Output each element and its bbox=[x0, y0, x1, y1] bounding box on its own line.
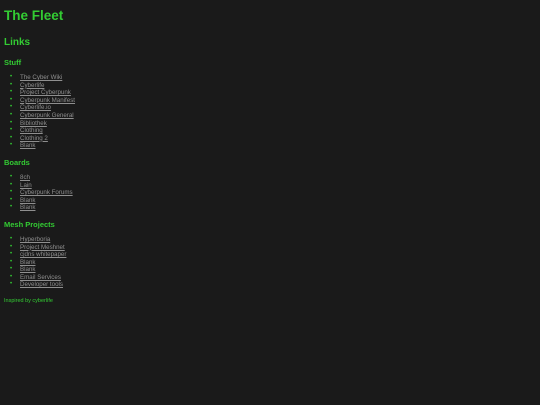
bullet-icon: • bbox=[10, 189, 13, 196]
footer-credit: Inspired by cyberlife bbox=[4, 298, 53, 305]
bullet-icon: • bbox=[10, 96, 13, 103]
list-item: • Blank bbox=[10, 142, 540, 150]
bullet-icon: • bbox=[10, 235, 13, 242]
list-item: • Clothing 2 bbox=[10, 135, 540, 143]
list-item: • Project Cyberpunk bbox=[10, 89, 540, 97]
list-item: • Cyberpunk Forums bbox=[10, 189, 540, 197]
list-item: • Blank bbox=[10, 204, 540, 212]
list-item: • Email Services bbox=[10, 274, 540, 282]
bullet-icon: • bbox=[10, 173, 13, 180]
bullet-icon: • bbox=[10, 204, 13, 211]
section-mesh-projects: Mesh Projects • Hyperboria • Project Meshn… bbox=[4, 220, 540, 289]
list-item: • Hyperboria bbox=[10, 236, 540, 244]
link-list-mesh-projects: • Hyperboria • Project Meshnet • cjdns whit… bbox=[4, 236, 540, 289]
bullet-icon: • bbox=[10, 181, 13, 188]
link-email-services[interactable]: Email Services bbox=[20, 274, 61, 281]
bullet-icon: • bbox=[10, 251, 13, 258]
link-project-cyberpunk[interactable]: Project Cyberpunk bbox=[20, 89, 71, 96]
bullet-icon: • bbox=[10, 134, 13, 141]
list-item: • Developer tools bbox=[10, 281, 540, 289]
bullet-icon: • bbox=[10, 281, 13, 288]
link-hyperboria[interactable]: Hyperboria bbox=[20, 236, 50, 243]
link-blank[interactable]: Blank bbox=[20, 197, 35, 204]
list-item: • Clothing bbox=[10, 127, 540, 135]
link-cjdns-whitepaper[interactable]: cjdns whitepaper bbox=[20, 251, 66, 258]
list-item: • 8ch bbox=[10, 174, 540, 182]
bullet-icon: • bbox=[10, 273, 13, 280]
link-lain[interactable]: Lain bbox=[20, 182, 32, 189]
bullet-icon: • bbox=[10, 89, 13, 96]
bullet-icon: • bbox=[10, 74, 13, 80]
bullet-icon: • bbox=[10, 104, 13, 111]
link-clothing-2[interactable]: Clothing 2 bbox=[20, 135, 48, 142]
bullet-icon: • bbox=[10, 142, 13, 149]
section-boards: Boards • 8ch • Lain • Cyberpunk Forums • Bla… bbox=[4, 158, 540, 212]
links-heading: Links bbox=[4, 37, 31, 48]
bullet-icon: • bbox=[10, 258, 13, 265]
link-the-cyber-wiki[interactable]: The Cyber Wiki bbox=[20, 74, 62, 81]
link-blank[interactable]: Blank bbox=[20, 142, 35, 149]
link-cyberpunk-forums[interactable]: Cyberpunk Forums bbox=[20, 189, 73, 196]
list-item: • Blank bbox=[10, 197, 540, 205]
link-cyberlife[interactable]: Cyberlife bbox=[20, 82, 44, 89]
link-blank[interactable]: Blank bbox=[20, 266, 35, 273]
list-item: • Cyberlife.io bbox=[10, 104, 540, 112]
list-item: • Project Meshnet bbox=[10, 244, 540, 252]
bullet-icon: • bbox=[10, 243, 13, 250]
list-item: • cjdns whitepaper bbox=[10, 251, 540, 259]
bullet-icon: • bbox=[10, 127, 13, 134]
link-project-meshnet[interactable]: Project Meshnet bbox=[20, 244, 65, 251]
bullet-icon: • bbox=[10, 196, 13, 203]
link-blank[interactable]: Blank bbox=[20, 259, 35, 266]
list-item: • Cyberlife bbox=[10, 82, 540, 90]
bullet-icon: • bbox=[10, 119, 13, 126]
page-title: The Fleet bbox=[4, 8, 64, 23]
link-list-boards: • 8ch • Lain • Cyberpunk Forums • Blank • Bla… bbox=[4, 174, 540, 212]
list-item: • Blank bbox=[10, 266, 540, 274]
link-8ch[interactable]: 8ch bbox=[20, 174, 30, 181]
list-item: • The Cyber Wiki bbox=[10, 74, 540, 82]
list-item: • Blank bbox=[10, 259, 540, 267]
list-item: • Cyberpunk General bbox=[10, 112, 540, 120]
section-heading-boards: Boards bbox=[4, 157, 30, 167]
page-content: The Fleet Links Stuff • The Cyber Wiki • C… bbox=[0, 0, 540, 305]
link-cyberpunk-general[interactable]: Cyberpunk General bbox=[20, 112, 74, 119]
bullet-icon: • bbox=[10, 81, 13, 88]
list-item: • Lain bbox=[10, 182, 540, 190]
list-item: • Cyberpunk Manifest bbox=[10, 97, 540, 105]
link-blank[interactable]: Blank bbox=[20, 204, 35, 211]
link-cyberlife-io[interactable]: Cyberlife.io bbox=[20, 104, 51, 111]
section-heading-mesh-projects: Mesh Projects bbox=[4, 219, 55, 229]
link-clothing[interactable]: Clothing bbox=[20, 127, 43, 134]
bullet-icon: • bbox=[10, 266, 13, 273]
link-bibliothek[interactable]: Bibliothek bbox=[20, 120, 47, 127]
link-list-stuff: • The Cyber Wiki • Cyberlife • Project Cybe… bbox=[4, 74, 540, 150]
list-item: • Bibliothek bbox=[10, 120, 540, 128]
link-cyberpunk-manifest[interactable]: Cyberpunk Manifest bbox=[20, 97, 75, 104]
section-heading-stuff: Stuff bbox=[4, 58, 22, 67]
section-stuff: Stuff • The Cyber Wiki • Cyberlife • Projec… bbox=[4, 58, 540, 150]
link-developer-tools[interactable]: Developer tools bbox=[20, 281, 63, 288]
bullet-icon: • bbox=[10, 111, 13, 118]
